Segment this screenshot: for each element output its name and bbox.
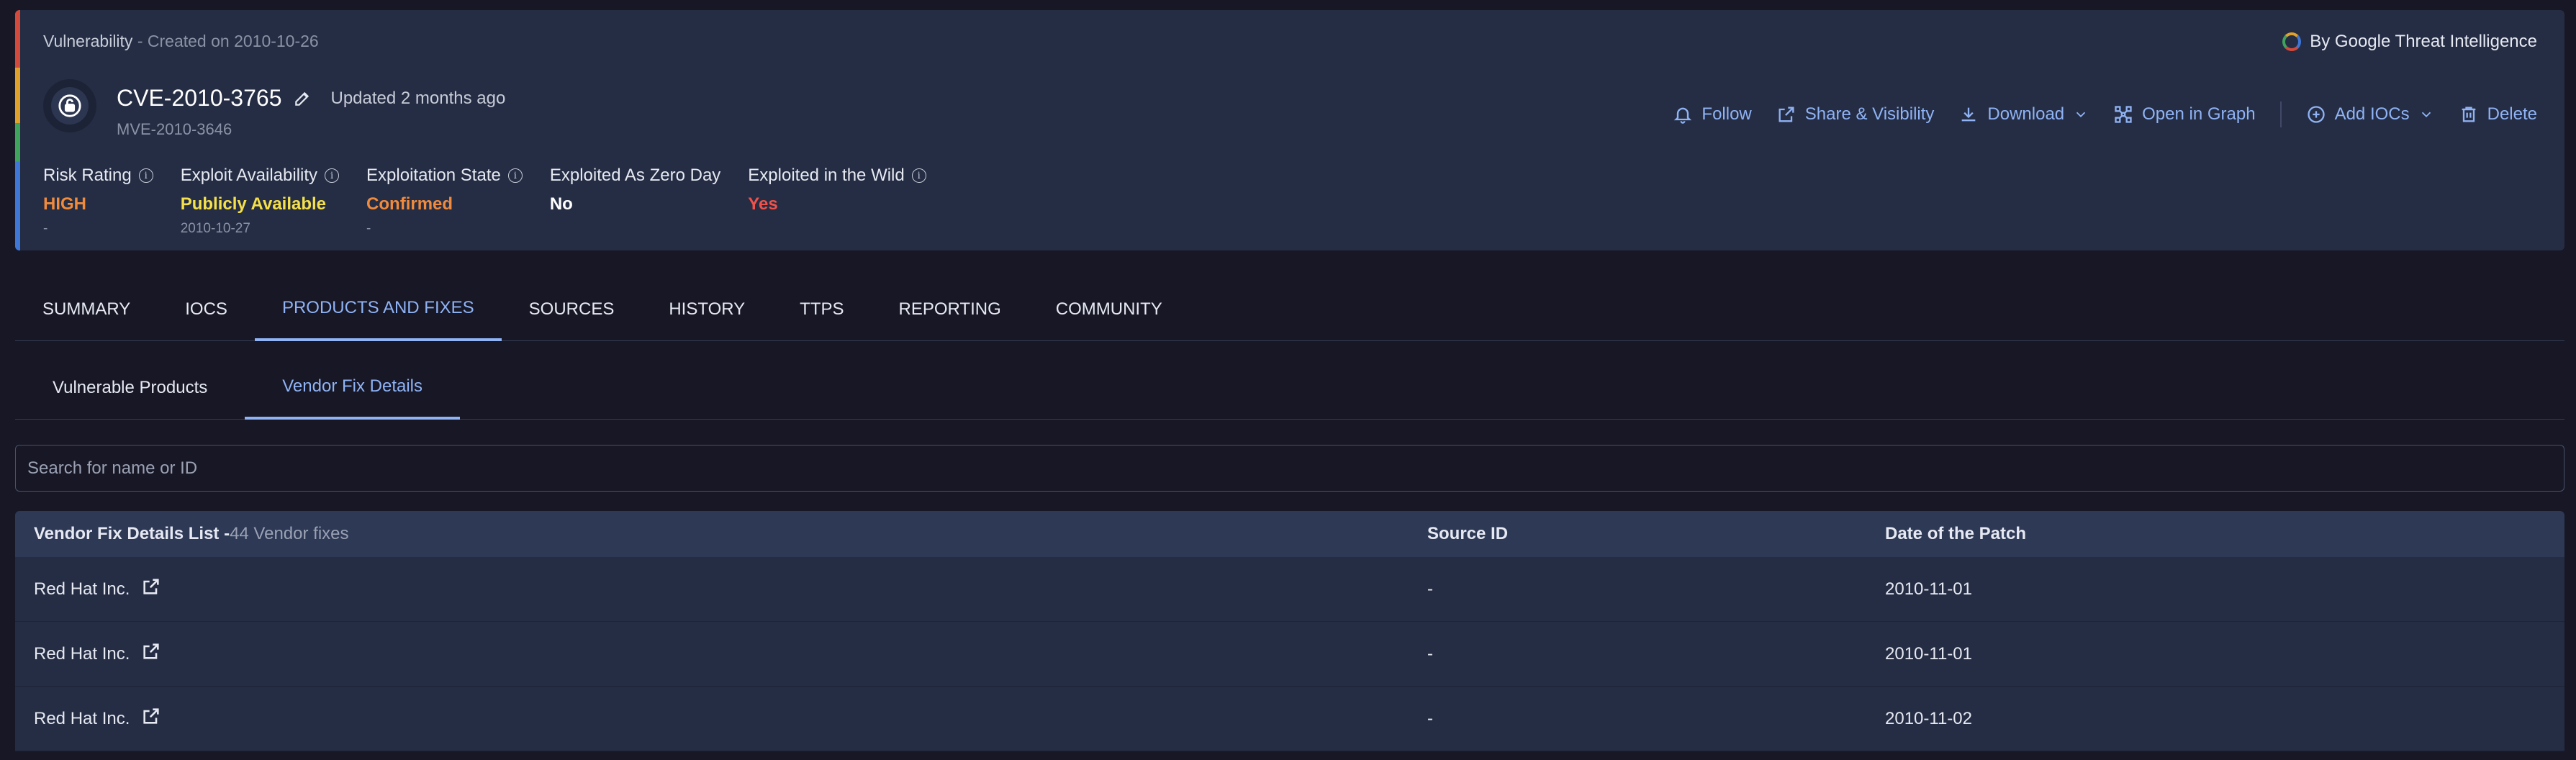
external-link-icon[interactable] [141,641,161,666]
vulnerability-type-line: Vulnerability - Created on 2010-10-26 [43,32,319,51]
external-link-icon[interactable] [141,576,161,602]
metric-risk-rating: Risk Rating i HIGH - [43,166,153,237]
download-label: Download [1987,104,2065,124]
tab-ttps[interactable]: TTPS [772,278,871,341]
follow-label: Follow [1701,104,1752,124]
download-button[interactable]: Download [1958,104,2089,125]
object-type-label: Vulnerability [43,32,133,50]
metric-label: Risk Rating [43,166,132,185]
delete-label: Delete [2487,104,2537,124]
open-graph-label: Open in Graph [2142,104,2256,124]
vulnerability-avatar [43,79,96,132]
tab-reporting[interactable]: REPORTING [872,278,1029,341]
vendor-name: Red Hat Inc. [34,708,130,728]
risk-metrics: Risk Rating i HIGH - Exploit Availability… [43,166,954,237]
info-icon[interactable]: i [507,168,523,183]
metric-sub: - [366,221,371,236]
cve-id: CVE-2010-3765 [117,85,282,111]
metric-exploited-in-wild: Exploited in the Wild i Yes [748,166,926,237]
metric-zero-day: Exploited As Zero Day No [550,166,720,237]
metric-label: Exploitation State [366,166,501,185]
metric-label: Exploited As Zero Day [549,166,721,185]
header-actions: Follow Share & Visibility Download Open … [1673,101,2537,127]
info-icon[interactable]: i [911,168,926,183]
table-count: 44 Vendor fixes [230,524,349,543]
tab-summary[interactable]: SUMMARY [15,278,158,341]
source-id: - [1427,579,1433,599]
metric-label: Exploited in the Wild [748,166,905,185]
tab-sources[interactable]: SOURCES [502,278,642,341]
search-input[interactable] [15,445,2564,492]
severity-stripe [15,10,20,250]
main-tabs: SUMMARY IOCS PRODUCTS AND FIXES SOURCES … [15,278,2564,341]
source-id: - [1427,643,1433,664]
metric-sub: 2010-10-27 [180,221,250,236]
graph-icon [2115,106,2132,123]
patch-date: 2010-11-01 [1885,643,1972,664]
table-title: Vendor Fix Details List - [34,524,230,543]
attribution-text: By Google Threat Intelligence [2310,32,2537,51]
sub-tabs: Vulnerable Products Vendor Fix Details [15,356,2564,420]
vendor-name: Red Hat Inc. [34,643,130,664]
table-row[interactable]: Red Hat Inc. - 2010-11-01 [15,557,2564,622]
metric-value: Confirmed [366,194,453,214]
follow-button[interactable]: Follow [1673,104,1752,125]
table-row[interactable]: Red Hat Inc. - 2010-11-02 [15,687,2564,751]
header-patch-date: Date of the Patch [1885,524,2027,543]
info-icon[interactable]: i [138,168,153,183]
metric-label: Exploit Availability [180,166,318,185]
subtab-vendor-fix-details[interactable]: Vendor Fix Details [245,356,461,420]
vendor-name: Red Hat Inc. [34,579,130,599]
share-icon [1779,107,1794,122]
open-in-graph-button[interactable]: Open in Graph [2113,104,2256,125]
source-id: - [1427,708,1433,728]
metric-sub: - [43,221,48,236]
vendor-fix-table: Vendor Fix Details List -44 Vendor fixes… [15,511,2564,751]
attribution: By Google Threat Intelligence [2282,32,2537,52]
metric-value: No [549,194,573,214]
delete-button[interactable]: Delete [2459,104,2537,125]
vulnerability-header: Vulnerability - Created on 2010-10-26 By… [15,10,2564,250]
metric-value: HIGH [43,194,86,214]
actions-divider [2279,101,2282,127]
external-link-icon[interactable] [141,706,161,731]
chevron-down-icon [2076,112,2086,118]
share-label: Share & Visibility [1804,104,1935,124]
tab-products-and-fixes[interactable]: PRODUCTS AND FIXES [254,278,502,341]
table-header: Vendor Fix Details List -44 Vendor fixes… [15,511,2564,557]
download-icon [1962,107,1976,122]
tab-community[interactable]: COMMUNITY [1029,278,1190,341]
plus-circle-icon [2307,106,2325,123]
header-source-id: Source ID [1427,524,1509,543]
metric-value: Yes [748,194,778,214]
metric-value: Publicly Available [180,194,327,214]
bell-icon [1674,107,1692,124]
add-iocs-button[interactable]: Add IOCs [2306,104,2434,125]
updated-time: Updated 2 months ago [330,88,506,108]
metric-exploit-availability: Exploit Availability i Publicly Available… [180,166,340,237]
unlock-icon [58,94,81,117]
patch-date: 2010-11-01 [1885,579,1972,599]
add-iocs-label: Add IOCs [2334,104,2410,124]
header-vendor: Vendor Fix Details List -44 Vendor fixes [15,524,1427,544]
mve-id: MVE-2010-3646 [117,120,232,138]
table-row[interactable]: Red Hat Inc. - 2010-11-01 [15,622,2564,687]
tab-iocs[interactable]: IOCS [158,278,255,341]
chevron-down-icon [2421,112,2431,118]
edit-pencil-icon[interactable] [293,89,312,108]
created-date: - Created on 2010-10-26 [132,32,319,50]
patch-date: 2010-11-02 [1885,708,1972,728]
subtab-vulnerable-products[interactable]: Vulnerable Products [15,356,245,420]
metric-exploitation-state: Exploitation State i Confirmed - [366,166,523,237]
tab-history[interactable]: HISTORY [641,278,772,341]
info-icon[interactable]: i [325,168,340,183]
cve-title-row: CVE-2010-3765 Updated 2 months ago [117,85,505,112]
gti-logo-icon [2282,32,2302,51]
trash-icon [2462,107,2475,122]
share-visibility-button[interactable]: Share & Visibility [1776,104,1935,125]
